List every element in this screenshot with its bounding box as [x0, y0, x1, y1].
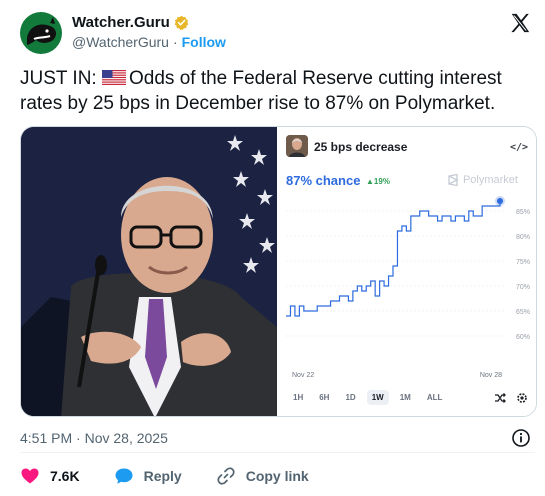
heart-icon: [21, 468, 39, 484]
display-name[interactable]: Watcher.Guru: [72, 14, 170, 31]
reply-label: Reply: [143, 468, 182, 484]
market-title: 25 bps decrease: [314, 140, 408, 154]
series-line: [286, 201, 501, 317]
y-tick-label: 65%: [516, 309, 530, 316]
polymarket-panel[interactable]: 25 bps decrease </> 87% chance ▲19% Poly…: [278, 127, 537, 416]
like-button[interactable]: 7.6K: [20, 466, 80, 486]
copy-link-button[interactable]: Copy link: [216, 466, 309, 486]
x-tick-label: Nov 28: [480, 372, 502, 379]
x-logo-icon[interactable]: [509, 12, 531, 34]
polymarket-logo-icon: [448, 174, 459, 186]
y-tick-label: 75%: [516, 259, 530, 266]
y-tick-label: 85%: [516, 209, 530, 216]
speaker-photo[interactable]: [21, 127, 277, 416]
action-bar: 7.6K Reply Copy link: [20, 466, 343, 486]
y-tick-label: 70%: [516, 284, 530, 291]
tweet-timestamp[interactable]: 4:51 PM · Nov 28, 2025: [20, 430, 168, 446]
handle[interactable]: @WatcherGuru: [72, 34, 169, 50]
probability-chart[interactable]: 85% 80% 75% 70% 65% 60% Nov 22 Nov 28: [278, 187, 537, 387]
current-point[interactable]: [497, 198, 503, 204]
time-range-selector: 1H 6H 1D 1W 1M ALL: [288, 390, 447, 405]
tweet-header: Watcher.Guru @WatcherGuru · Follow: [20, 6, 535, 58]
follow-button[interactable]: Follow: [182, 34, 226, 50]
settings-gear-icon[interactable]: [516, 392, 528, 404]
avatar[interactable]: [20, 12, 62, 54]
range-option-1w[interactable]: 1W: [366, 390, 389, 405]
polymarket-brand: Polymarket: [447, 174, 518, 186]
copy-link-label: Copy link: [245, 468, 309, 484]
tweet-text-prefix: JUST IN:: [20, 68, 102, 89]
range-option-6h[interactable]: 6H: [314, 390, 334, 405]
market-thumbnail: [286, 135, 308, 157]
reply-button[interactable]: Reply: [114, 466, 182, 486]
range-option-1m[interactable]: 1M: [395, 390, 416, 405]
chance-value: 87% chance: [286, 173, 361, 188]
like-count: 7.6K: [50, 468, 80, 484]
link-icon: [217, 467, 235, 485]
y-tick-label: 60%: [516, 334, 530, 341]
separator: ·: [172, 34, 178, 50]
chance-delta: ▲19%: [366, 177, 390, 186]
reply-bubble-icon: [115, 468, 133, 484]
divider: [20, 452, 535, 453]
info-icon[interactable]: [511, 428, 531, 448]
range-option-1d[interactable]: 1D: [340, 390, 360, 405]
y-tick-label: 80%: [516, 234, 530, 241]
verified-badge-icon: [174, 15, 189, 30]
polymarket-brand-label: Polymarket: [462, 174, 518, 186]
x-tick-label: Nov 22: [292, 372, 314, 379]
tweet-text: JUST IN: Odds of the Federal Reserve cut…: [20, 66, 530, 116]
shuffle-icon[interactable]: [494, 392, 506, 404]
range-option-all[interactable]: ALL: [422, 390, 448, 405]
range-option-1h[interactable]: 1H: [288, 390, 308, 405]
us-flag-icon: [102, 70, 126, 85]
embed-code-icon[interactable]: </>: [510, 142, 528, 153]
media-card[interactable]: 25 bps decrease </> 87% chance ▲19% Poly…: [20, 126, 537, 417]
